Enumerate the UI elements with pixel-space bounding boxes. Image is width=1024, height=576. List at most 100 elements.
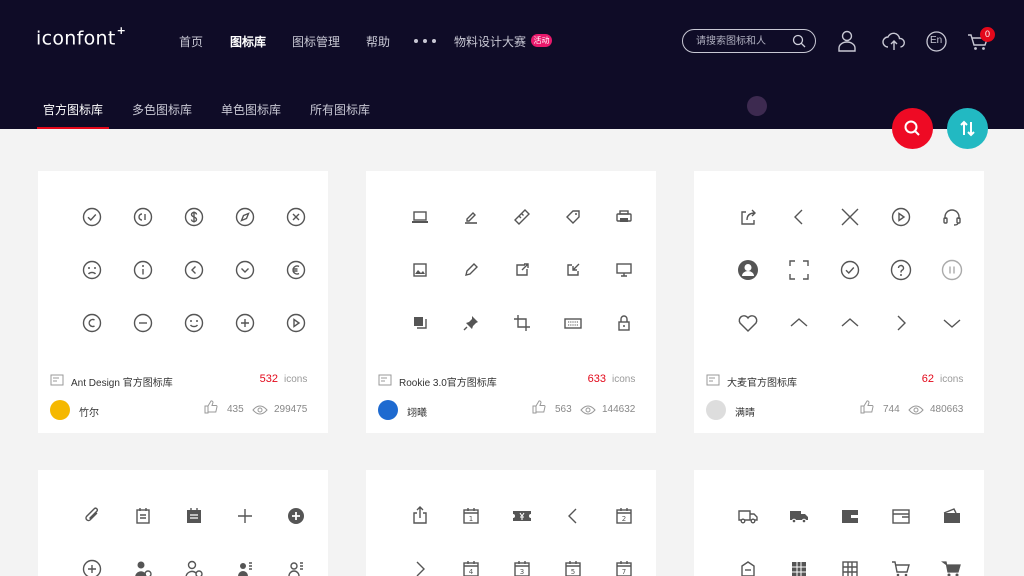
lock-icon (612, 311, 636, 335)
avatar[interactable] (706, 400, 726, 420)
nav-home[interactable]: 首页 (179, 33, 203, 50)
chevron-right-icon (889, 311, 913, 335)
calendar-4-icon: 4 (459, 557, 483, 576)
icon-count: 62 (921, 373, 934, 385)
calendar-2-icon: 2 (612, 504, 636, 528)
copyright-icon (80, 311, 104, 335)
search-fab-button[interactable] (892, 108, 933, 149)
nav-design-contest[interactable]: 物料设计大赛 (454, 33, 526, 50)
chevron-right-icon (408, 557, 432, 576)
icon-count-unit: icons (612, 374, 636, 385)
author-name[interactable]: 翊曦 (407, 404, 427, 419)
plus-circle-icon (80, 557, 104, 576)
wallet-filled-icon (838, 504, 862, 528)
tab-official-libraries[interactable]: 官方图标库 (43, 101, 103, 118)
library-title[interactable]: Ant Design 官方图标库 (71, 374, 173, 389)
pencil-icon (459, 258, 483, 282)
tag-icon (561, 205, 585, 229)
like-icon[interactable] (532, 400, 546, 419)
ruler-icon (510, 205, 534, 229)
question-circle-icon (889, 258, 913, 282)
icon-library-card[interactable]: Ant Design 官方图标库 532 icons 竹尔 435 299475 (38, 171, 328, 433)
tab-monochrome-libraries[interactable]: 单色图标库 (221, 101, 281, 118)
chevron-left-icon (561, 504, 585, 528)
eye-icon (908, 402, 924, 420)
chevron-down-icon (940, 311, 964, 335)
like-icon[interactable] (204, 400, 218, 419)
avatar[interactable] (378, 400, 398, 420)
minus-circle-icon (131, 311, 155, 335)
smile-icon (182, 311, 206, 335)
tab-multicolor-libraries[interactable]: 多色图标库 (132, 101, 192, 118)
svg-text:3: 3 (520, 568, 524, 576)
pin-icon (459, 311, 483, 335)
svg-text:7: 7 (622, 568, 626, 576)
close-circle-icon (284, 205, 308, 229)
calendar-3-icon: 3 (510, 557, 534, 576)
dollar-circle-icon (182, 205, 206, 229)
heart-icon (736, 311, 760, 335)
icon-library-card[interactable] (38, 470, 328, 576)
event-badge: 活动 (531, 34, 552, 47)
nav-help[interactable]: 帮助 (366, 33, 390, 50)
plus-icon (233, 504, 257, 528)
icon-library-card[interactable]: 1 2 4 3 5 7 (366, 470, 656, 576)
like-count: 563 (555, 404, 572, 415)
logo-text: iconfont (36, 27, 116, 50)
calendar-filled-icon (182, 504, 206, 528)
cart-icon (889, 557, 913, 576)
tab-all-libraries[interactable]: 所有图标库 (310, 101, 370, 118)
like-icon[interactable] (860, 400, 874, 419)
view-count: 480663 (930, 404, 964, 415)
contact-card-outline-icon (284, 557, 308, 576)
user-add-icon (131, 557, 155, 576)
euro-circle-icon (284, 258, 308, 282)
search-input[interactable] (696, 34, 792, 48)
nav-icon-management[interactable]: 图标管理 (292, 33, 340, 50)
sort-fab-button[interactable] (947, 108, 988, 149)
printer-icon (612, 205, 636, 229)
left-circle-icon (182, 258, 206, 282)
library-icon (378, 373, 392, 391)
sort-arrows-icon (960, 120, 975, 137)
keyboard-icon (561, 311, 585, 335)
avatar[interactable] (50, 400, 70, 420)
down-circle-icon (233, 258, 257, 282)
check-circle-icon (838, 258, 862, 282)
language-button[interactable]: En (926, 31, 947, 57)
user-icon[interactable] (837, 30, 857, 57)
nav-icon-library[interactable]: 图标库 (230, 33, 266, 50)
svg-text:2: 2 (622, 515, 626, 523)
icon-count: 532 (259, 373, 278, 385)
author-name[interactable]: 竹尔 (79, 404, 99, 419)
library-icon (50, 373, 64, 391)
icon-library-card[interactable] (694, 470, 984, 576)
scan-frame-icon (787, 258, 811, 282)
icon-library-card[interactable]: 大麦官方图标库 62 icons 满晴 744 480663 (694, 171, 984, 433)
like-count: 435 (227, 404, 244, 415)
language-label: En (930, 35, 943, 46)
active-tab-underline (37, 127, 109, 129)
copy-icon (408, 311, 432, 335)
upload-cloud-icon[interactable] (882, 31, 906, 56)
wallet-icon (889, 504, 913, 528)
icon-library-card[interactable]: Rookie 3.0官方图标库 633 icons 翊曦 563 144632 (366, 171, 656, 433)
search-box[interactable] (682, 29, 816, 53)
library-title[interactable]: Rookie 3.0官方图标库 (399, 374, 497, 389)
info-circle-icon (131, 258, 155, 282)
svg-text:5: 5 (571, 568, 575, 576)
library-icon (706, 373, 720, 391)
iconfont-logo[interactable]: iconfont+ (36, 24, 126, 50)
author-name[interactable]: 满晴 (735, 404, 755, 419)
yen-ticket-icon (510, 504, 534, 528)
copyright-cl-icon (131, 205, 155, 229)
icon-count-unit: icons (940, 374, 964, 385)
library-title[interactable]: 大麦官方图标库 (727, 374, 797, 389)
building-icon (838, 557, 862, 576)
svg-text:4: 4 (469, 568, 474, 576)
icon-count-unit: icons (284, 374, 308, 385)
search-icon[interactable] (792, 34, 806, 53)
share-icon (736, 205, 760, 229)
compass-icon (233, 205, 257, 229)
export-icon (510, 258, 534, 282)
